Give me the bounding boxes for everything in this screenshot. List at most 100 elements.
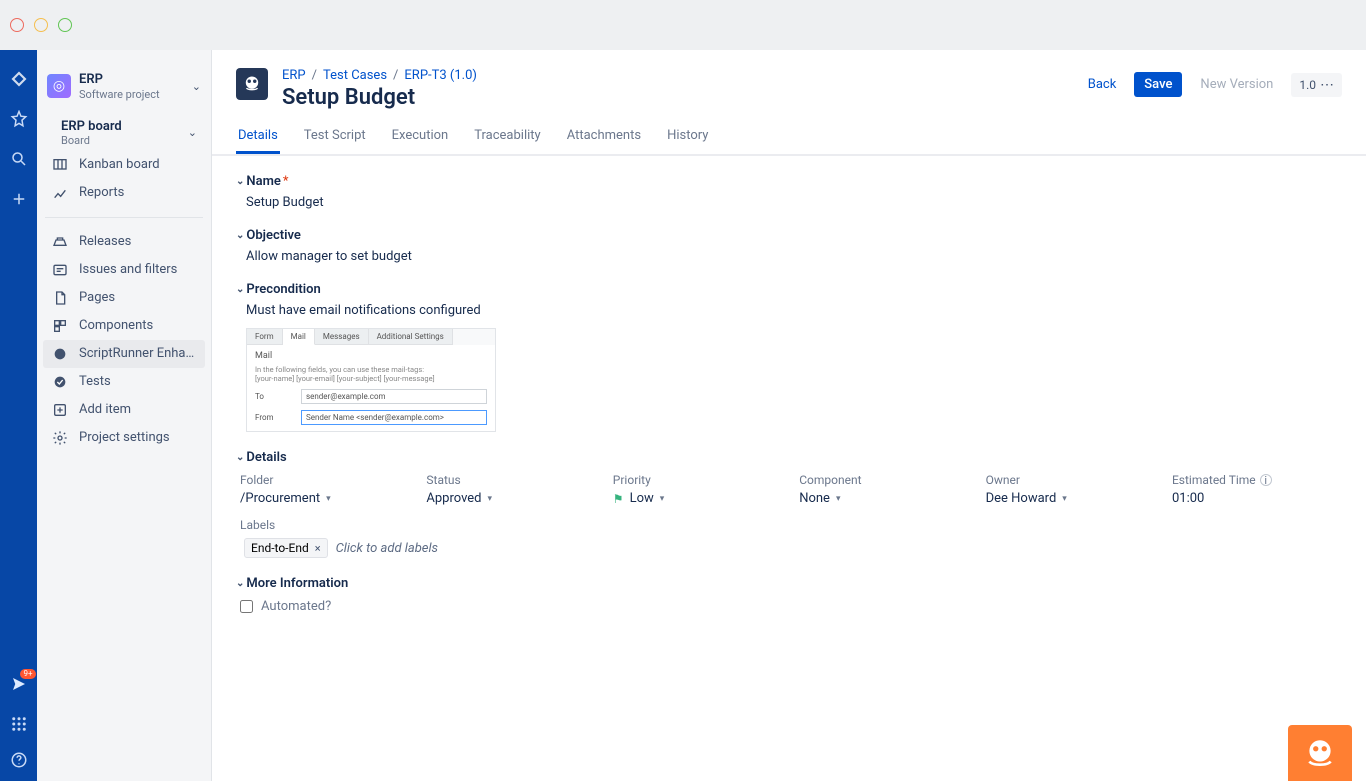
gear-icon bbox=[51, 430, 69, 446]
chevron-down-icon[interactable]: ⌄ bbox=[188, 126, 197, 139]
notification-count-badge: 9+ bbox=[20, 669, 35, 679]
section-toggle-objective[interactable]: ⌄ Objective bbox=[236, 228, 1342, 243]
section-toggle-name[interactable]: ⌄ Name* bbox=[236, 174, 1342, 189]
breadcrumb-testcases[interactable]: Test Cases bbox=[323, 68, 387, 83]
back-button[interactable]: Back bbox=[1078, 72, 1127, 97]
close-window-icon[interactable] bbox=[10, 18, 24, 32]
help-icon[interactable] bbox=[10, 751, 28, 769]
version-pill[interactable]: 1.0 ⋯ bbox=[1291, 73, 1342, 97]
minimize-window-icon[interactable] bbox=[34, 18, 48, 32]
remove-label-icon[interactable]: × bbox=[315, 542, 321, 555]
chevron-down-icon: ▾ bbox=[836, 494, 841, 504]
caret-down-icon: ⌄ bbox=[236, 176, 244, 187]
zephyr-app-icon bbox=[236, 68, 268, 100]
project-header[interactable]: ◎ ERP Software project ⌄ bbox=[37, 68, 211, 115]
section-details: ⌄ Details Folder /Procurement▾ Status Ap… bbox=[236, 450, 1342, 558]
status-label: Status bbox=[426, 473, 592, 487]
sidebar-item-scriptrunner[interactable]: ScriptRunner Enhan... bbox=[43, 340, 205, 368]
section-name: ⌄ Name* Setup Budget bbox=[236, 174, 1342, 210]
new-version-button[interactable]: New Version bbox=[1190, 72, 1283, 97]
chevron-down-icon: ▾ bbox=[660, 494, 665, 504]
sidebar-item-issues[interactable]: Issues and filters bbox=[43, 256, 205, 284]
tab-details[interactable]: Details bbox=[236, 120, 280, 154]
objective-value[interactable]: Allow manager to set budget bbox=[236, 243, 1342, 264]
support-widget[interactable] bbox=[1288, 725, 1352, 781]
zoom-window-icon[interactable] bbox=[58, 18, 72, 32]
inset-tab-mail: Mail bbox=[283, 329, 315, 345]
section-toggle-more-info[interactable]: ⌄ More Information bbox=[236, 576, 1342, 591]
inset-tags: [your-name] [your-email] [your-subject] … bbox=[255, 374, 487, 383]
status-dropdown[interactable]: Approved▾ bbox=[426, 491, 592, 506]
create-plus-icon[interactable] bbox=[10, 190, 28, 208]
app-switcher-icon[interactable] bbox=[10, 715, 28, 733]
sidebar-item-label: Components bbox=[79, 318, 197, 333]
save-button[interactable]: Save bbox=[1134, 72, 1182, 97]
sidebar-item-tests[interactable]: Tests bbox=[43, 368, 205, 396]
version-label: 1.0 bbox=[1299, 78, 1316, 92]
scriptrunner-icon bbox=[51, 346, 69, 362]
project-avatar-icon: ◎ bbox=[47, 74, 71, 98]
automated-checkbox[interactable] bbox=[240, 600, 253, 613]
section-more-info: ⌄ More Information Automated? bbox=[236, 576, 1342, 614]
board-title: ERP board bbox=[61, 119, 178, 134]
tab-test-script[interactable]: Test Script bbox=[302, 120, 368, 154]
board-group-header[interactable]: ERP board Board ⌄ bbox=[43, 115, 205, 151]
breadcrumb-issue[interactable]: ERP-T3 (1.0) bbox=[404, 68, 477, 83]
sidebar-item-label: Tests bbox=[79, 374, 197, 389]
folder-dropdown[interactable]: /Procurement▾ bbox=[240, 491, 406, 506]
precondition-attached-image[interactable]: Form Mail Messages Additional Settings M… bbox=[246, 328, 496, 432]
jira-logo-icon[interactable] bbox=[10, 70, 28, 88]
sidebar-item-components[interactable]: Components bbox=[43, 312, 205, 340]
section-label: More Information bbox=[246, 576, 348, 591]
sidebar-item-kanban[interactable]: Kanban board bbox=[43, 151, 205, 179]
estimated-time-label: Estimated Timei bbox=[1172, 473, 1342, 487]
sidebar-item-label: ScriptRunner Enhan... bbox=[79, 346, 197, 361]
tab-attachments[interactable]: Attachments bbox=[565, 120, 643, 154]
tab-execution[interactable]: Execution bbox=[390, 120, 451, 154]
sidebar-item-label: Add item bbox=[79, 402, 197, 417]
search-icon[interactable] bbox=[10, 150, 28, 168]
more-options-icon[interactable]: ⋯ bbox=[1320, 77, 1334, 93]
star-icon[interactable] bbox=[10, 110, 28, 128]
section-label: Objective bbox=[246, 228, 301, 243]
page-icon bbox=[51, 290, 69, 306]
automated-label: Automated? bbox=[261, 599, 331, 614]
label-chip[interactable]: End-to-End × bbox=[244, 538, 328, 558]
sidebar-item-reports[interactable]: Reports bbox=[43, 179, 205, 207]
global-nav-rail: 9+ bbox=[0, 50, 37, 781]
precondition-value[interactable]: Must have email notifications configured bbox=[236, 297, 1342, 318]
info-icon[interactable]: i bbox=[1260, 474, 1272, 486]
sidebar-item-add[interactable]: Add item bbox=[43, 396, 205, 424]
tab-history[interactable]: History bbox=[665, 120, 710, 154]
section-toggle-precondition[interactable]: ⌄ Precondition bbox=[236, 282, 1342, 297]
name-value[interactable]: Setup Budget bbox=[236, 189, 1342, 210]
section-toggle-details[interactable]: ⌄ Details bbox=[236, 450, 1342, 465]
inset-panel-title: Mail bbox=[255, 351, 487, 361]
inset-from-field: Sender Name <sender@example.com> bbox=[301, 410, 487, 425]
main-content: ERP / Test Cases / ERP-T3 (1.0) Setup Bu… bbox=[212, 50, 1366, 781]
estimated-time-value[interactable]: 01:00 bbox=[1172, 491, 1342, 506]
sidebar-item-settings[interactable]: Project settings bbox=[43, 424, 205, 452]
inset-from-label: From bbox=[255, 413, 287, 422]
divider bbox=[45, 217, 203, 218]
sidebar-item-pages[interactable]: Pages bbox=[43, 284, 205, 312]
component-label: Component bbox=[799, 473, 965, 487]
automated-checkbox-row[interactable]: Automated? bbox=[236, 599, 1342, 614]
kanban-icon bbox=[51, 157, 69, 173]
priority-dropdown[interactable]: ⚑Low▾ bbox=[613, 491, 779, 506]
add-labels-placeholder[interactable]: Click to add labels bbox=[336, 541, 438, 556]
owner-dropdown[interactable]: Dee Howard▾ bbox=[986, 491, 1152, 506]
labels-label: Labels bbox=[240, 518, 1342, 532]
tab-traceability[interactable]: Traceability bbox=[472, 120, 542, 154]
sidebar-item-releases[interactable]: Releases bbox=[43, 228, 205, 256]
page-header: ERP / Test Cases / ERP-T3 (1.0) Setup Bu… bbox=[212, 50, 1366, 156]
caret-down-icon: ⌄ bbox=[236, 452, 244, 463]
chevron-down-icon[interactable]: ⌄ bbox=[192, 80, 201, 93]
tests-icon bbox=[51, 374, 69, 390]
inset-tab-messages: Messages bbox=[315, 329, 369, 345]
component-dropdown[interactable]: None▾ bbox=[799, 491, 965, 506]
notifications-icon[interactable]: 9+ bbox=[10, 675, 28, 697]
breadcrumb-erp[interactable]: ERP bbox=[282, 68, 306, 83]
breadcrumb: ERP / Test Cases / ERP-T3 (1.0) bbox=[282, 68, 477, 83]
sidebar-item-label: Reports bbox=[79, 185, 197, 200]
